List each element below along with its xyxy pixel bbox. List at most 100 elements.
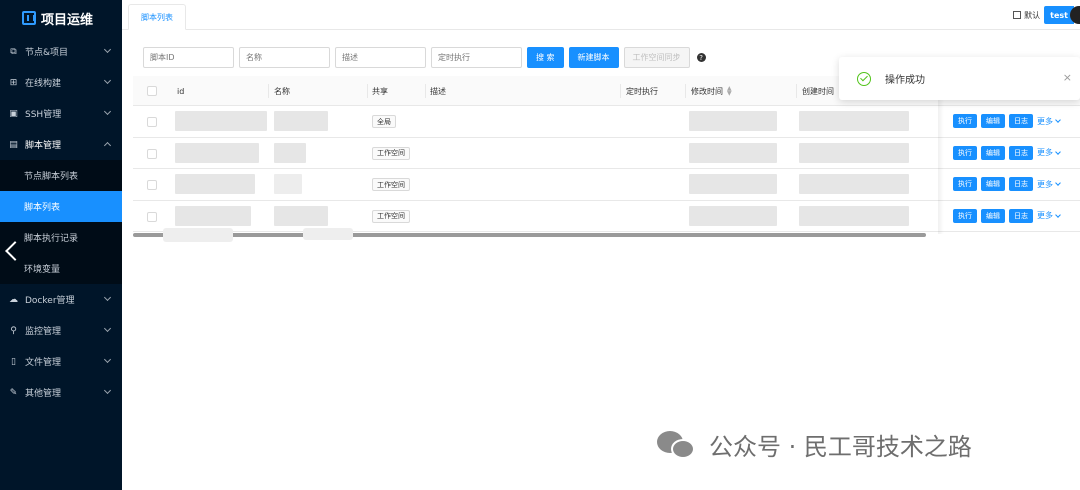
chevron-down-icon	[1055, 211, 1061, 218]
redacted-id	[175, 142, 259, 163]
share-tag: 全局	[372, 115, 396, 128]
notification-text: 操作成功	[885, 75, 925, 86]
redacted-id	[175, 174, 255, 194]
script-id-input[interactable]	[143, 47, 234, 68]
sidebar-item-scripts[interactable]: ▤ 脚本管理	[0, 129, 122, 160]
chevron-down-icon	[103, 355, 112, 364]
row-checkbox[interactable]	[147, 117, 157, 127]
redacted-name	[274, 142, 306, 163]
col-header-name[interactable]: 名称	[274, 76, 290, 106]
sidebar-item-monitor[interactable]: ⚲ 监控管理	[0, 315, 122, 346]
terminal-icon: ▣	[9, 108, 18, 119]
chevron-down-icon	[1055, 148, 1061, 155]
edit-button[interactable]: 编辑	[981, 177, 1005, 191]
log-button[interactable]: 日志	[1009, 177, 1033, 191]
row-actions: 执行 编辑 日志 更多	[953, 145, 1061, 160]
sidebar-item-build[interactable]: ⊞ 在线构建	[0, 67, 122, 98]
redacted-created-time	[799, 205, 909, 226]
app-logo[interactable]: 项目运维	[0, 0, 122, 36]
workspace-icon	[1013, 11, 1022, 19]
redacted-id	[175, 205, 251, 226]
more-dropdown[interactable]: 更多	[1037, 210, 1061, 221]
run-button[interactable]: 执行	[953, 177, 977, 191]
description-input[interactable]	[335, 47, 426, 68]
redacted-name	[274, 174, 302, 194]
filter-bar: 搜 索 新建脚本 工作空间同步 ?	[143, 47, 706, 68]
name-input[interactable]	[239, 47, 330, 68]
check-circle-icon	[857, 71, 871, 86]
sidebar-item-node-scripts[interactable]: 节点脚本列表	[0, 160, 122, 191]
edit-button[interactable]: 编辑	[981, 114, 1005, 128]
create-script-button[interactable]: 新建脚本	[568, 47, 619, 68]
sidebar: 项目运维 ⧉ 节点&项目 ⊞ 在线构建 ▣ SSH管理 ▤ 脚本管理 节点脚本列…	[0, 0, 122, 490]
search-button[interactable]: 搜 索	[527, 47, 564, 68]
question-icon[interactable]: ?	[696, 53, 706, 62]
wechat-icon	[657, 429, 697, 461]
row-checkbox[interactable]	[147, 180, 157, 190]
redacted-created-time	[799, 111, 909, 131]
cron-input[interactable]	[431, 47, 522, 68]
docker-icon: ☁	[9, 294, 18, 305]
sort-icon[interactable]: ▲ ▼	[727, 86, 732, 97]
edit-button[interactable]: 编辑	[981, 145, 1005, 160]
edit-button[interactable]: 编辑	[981, 208, 1005, 223]
col-header-description[interactable]: 描述	[430, 76, 446, 106]
row-actions: 执行 编辑 日志 更多	[953, 114, 1061, 128]
redacted-modified-time	[689, 142, 777, 163]
more-dropdown[interactable]: 更多	[1037, 179, 1061, 190]
col-header-share[interactable]: 共享	[372, 76, 388, 106]
top-bar: 脚本列表 默认 test	[122, 0, 1080, 30]
row-actions: 执行 编辑 日志 更多	[953, 208, 1061, 223]
redacted-modified-time	[689, 205, 777, 226]
run-button[interactable]: 执行	[953, 208, 977, 223]
more-dropdown[interactable]: 更多	[1037, 116, 1061, 127]
run-button[interactable]: 执行	[953, 114, 977, 128]
redacted-id	[175, 111, 267, 131]
sidebar-item-nodes[interactable]: ⧉ 节点&项目	[0, 36, 122, 67]
logo-icon	[22, 11, 36, 25]
col-header-id[interactable]: id	[177, 76, 184, 106]
sidebar-item-docker[interactable]: ☁ Docker管理	[0, 284, 122, 315]
tab-script-list[interactable]: 脚本列表	[128, 4, 186, 30]
col-header-created[interactable]: 创建时间	[802, 76, 834, 106]
col-header-modified[interactable]: 修改时间 ▲ ▼	[691, 76, 732, 106]
redacted-created-time	[799, 142, 909, 163]
col-header-cron[interactable]: 定时执行	[626, 76, 658, 106]
column-divider	[268, 84, 269, 98]
log-button[interactable]: 日志	[1009, 208, 1033, 223]
redacted-name	[274, 205, 328, 226]
sidebar-item-script-list[interactable]: 脚本列表	[0, 191, 122, 222]
chevron-down-icon	[1055, 180, 1061, 186]
sidebar-item-ssh[interactable]: ▣ SSH管理	[0, 98, 122, 129]
log-button[interactable]: 日志	[1009, 145, 1033, 160]
sidebar-item-files[interactable]: ▯ 文件管理	[0, 346, 122, 377]
header-right: 默认 test	[1013, 6, 1080, 24]
redacted-area	[163, 228, 233, 242]
chevron-down-icon	[103, 76, 112, 85]
column-divider	[685, 84, 686, 98]
wrench-icon: ✎	[9, 387, 18, 398]
share-tag: 工作空间	[372, 146, 410, 160]
close-icon[interactable]: ×	[1063, 71, 1072, 84]
sidebar-item-other[interactable]: ✎ 其他管理	[0, 377, 122, 408]
success-notification: 操作成功 ×	[839, 57, 1080, 100]
workspace-label[interactable]: 默认	[1024, 10, 1040, 21]
sidebar-item-env-vars[interactable]: 环境变量	[0, 253, 122, 284]
log-button[interactable]: 日志	[1009, 114, 1033, 128]
column-divider	[796, 84, 797, 98]
chevron-down-icon	[1055, 117, 1061, 123]
chevron-left-icon[interactable]	[2, 238, 18, 264]
share-tag: 工作空间	[372, 209, 410, 223]
node-icon: ⧉	[10, 46, 17, 57]
chevron-down-icon	[103, 293, 112, 302]
select-all-checkbox[interactable]	[147, 86, 157, 96]
monitor-icon: ⚲	[10, 325, 17, 336]
row-checkbox[interactable]	[147, 211, 157, 222]
column-divider	[367, 84, 368, 98]
file-icon: ▯	[11, 356, 16, 367]
row-checkbox[interactable]	[147, 148, 157, 159]
run-button[interactable]: 执行	[953, 145, 977, 160]
workspace-sync-button[interactable]: 工作空间同步	[623, 47, 690, 68]
horizontal-scrollbar[interactable]	[133, 233, 926, 237]
more-dropdown[interactable]: 更多	[1037, 147, 1061, 158]
